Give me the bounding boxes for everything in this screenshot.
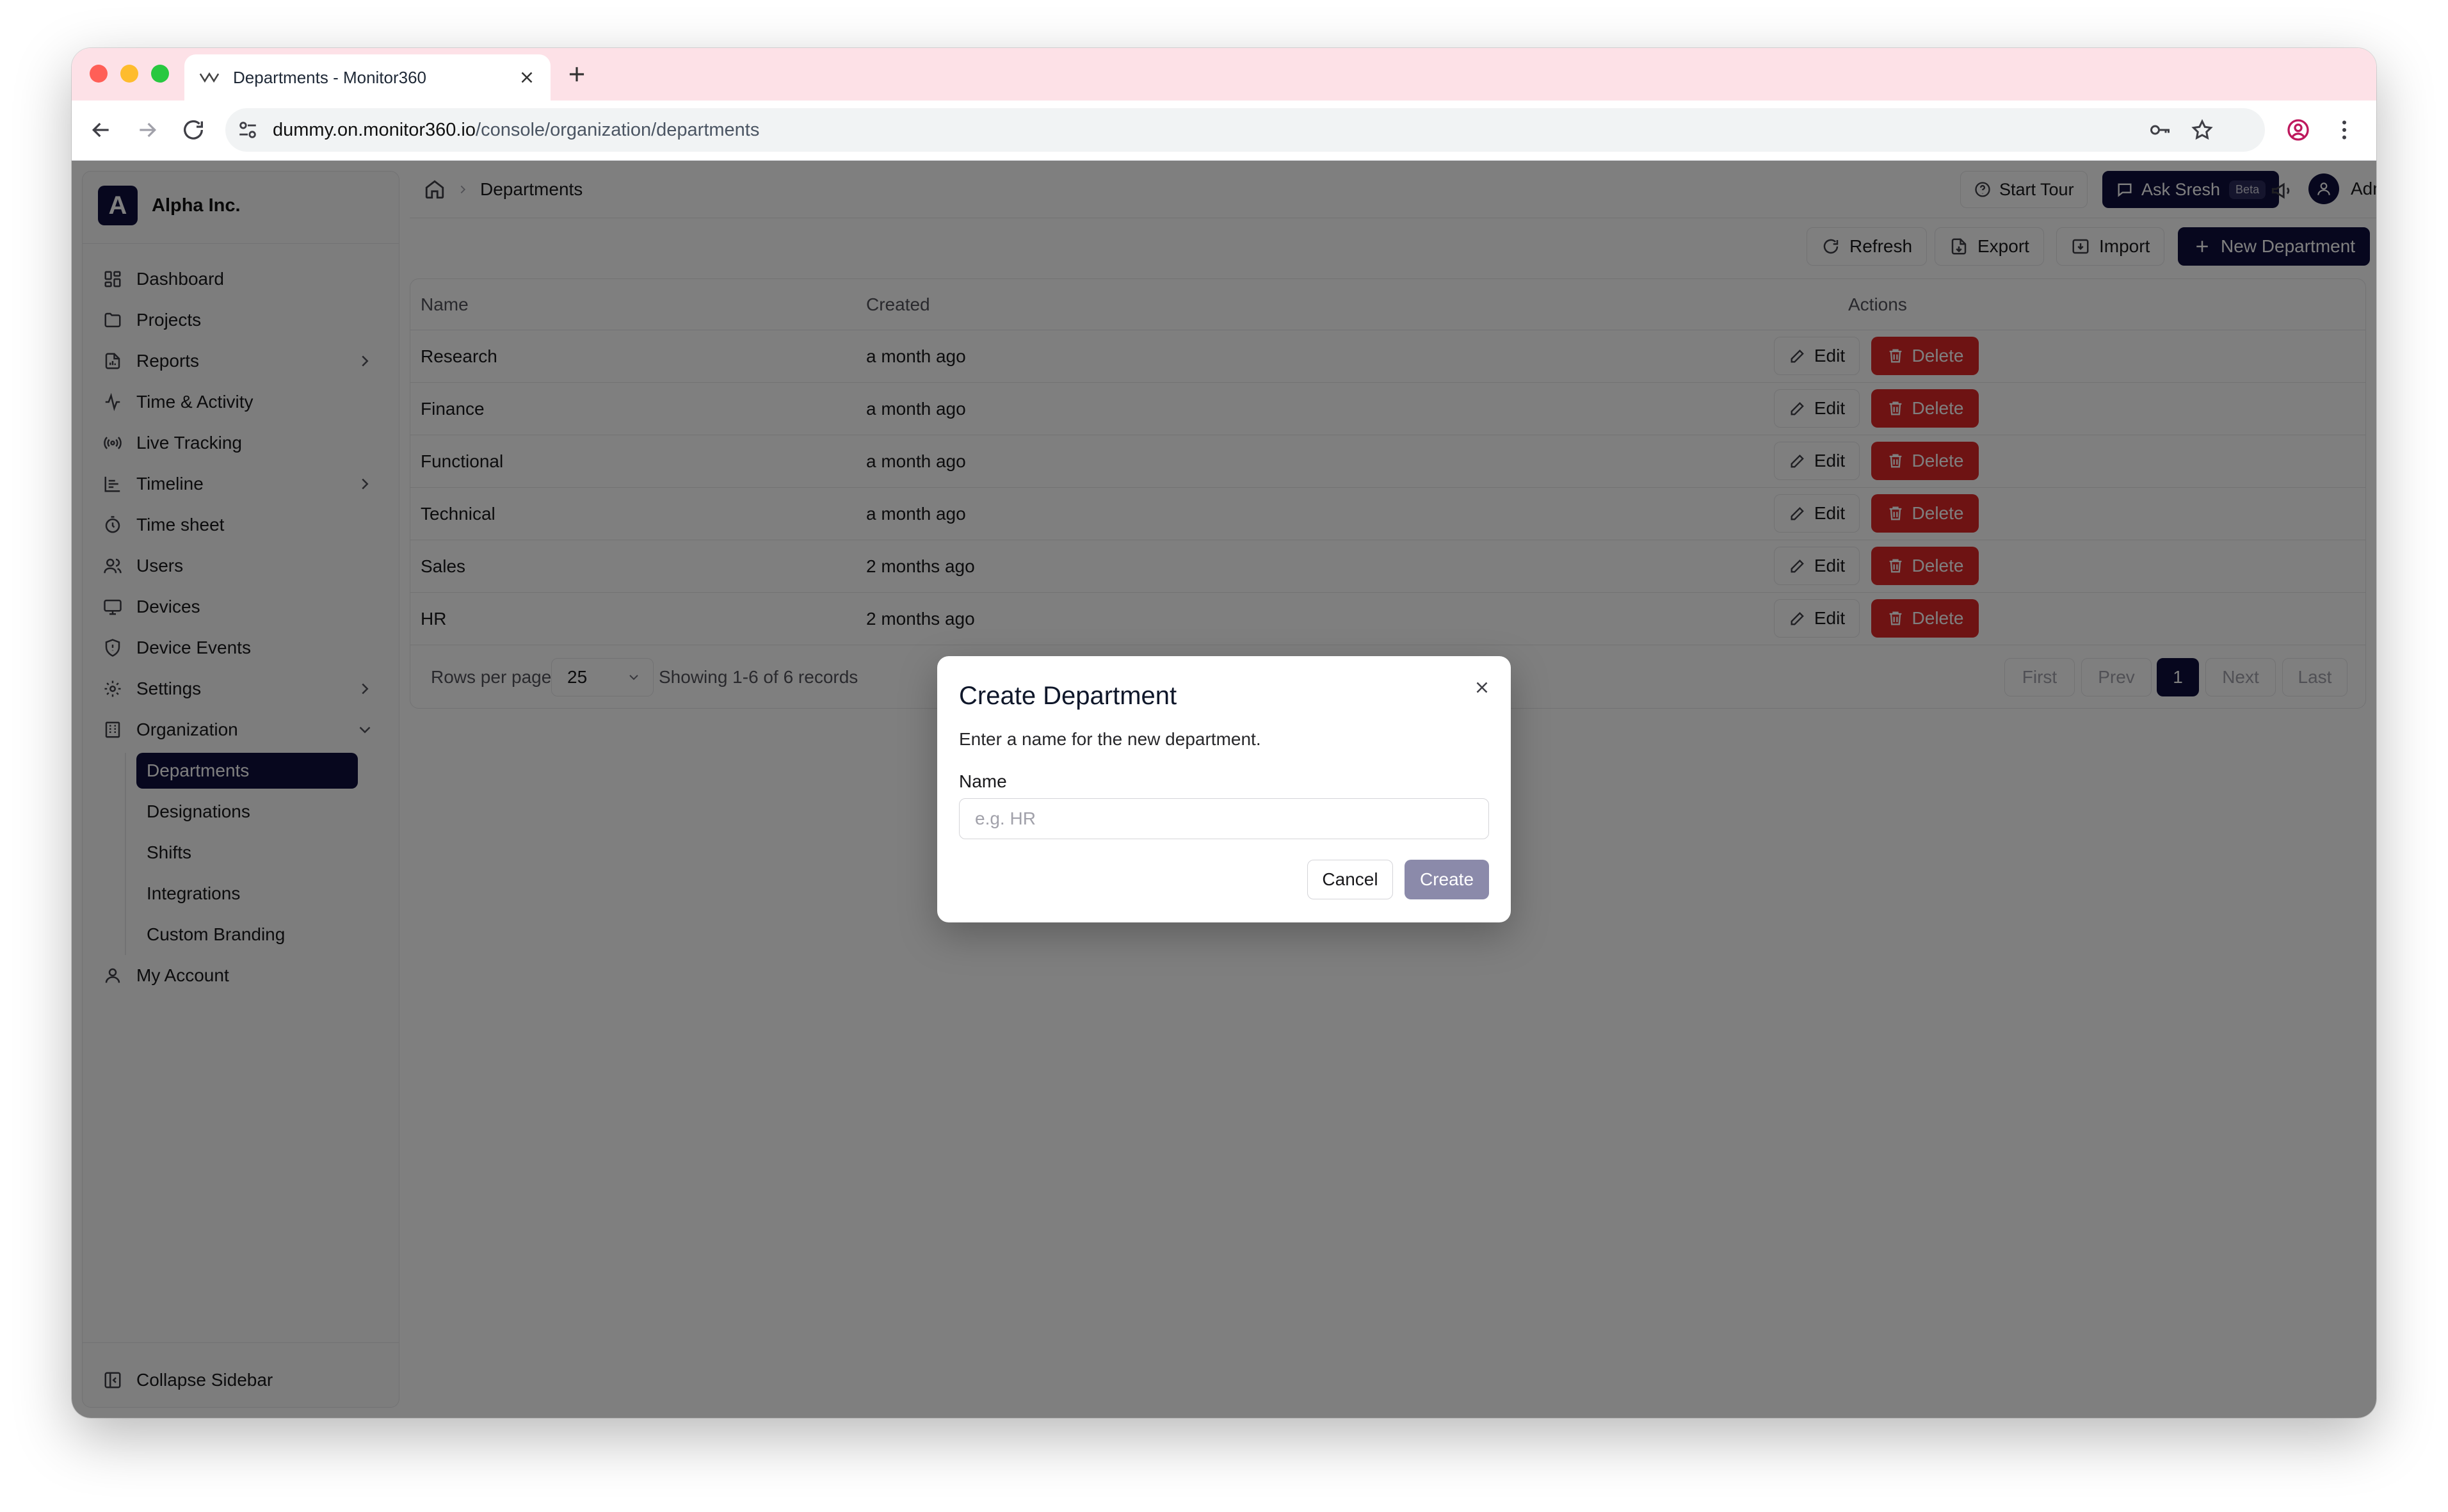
dialog-title: Create Department [959,682,1177,710]
bookmark-star-icon[interactable] [2191,118,2214,141]
new-tab-icon[interactable] [565,62,589,86]
name-field-label: Name [959,771,1007,791]
maximize-window-button[interactable] [151,65,169,83]
reload-icon[interactable] [181,117,206,143]
tab-title: Departments - Monitor360 [233,67,427,87]
minimize-window-button[interactable] [120,65,138,83]
back-icon[interactable] [88,117,114,143]
close-window-button[interactable] [90,65,108,83]
window-controls [90,65,169,83]
profile-icon[interactable] [2285,117,2311,143]
department-name-input[interactable] [959,798,1489,839]
close-icon[interactable] [1472,678,1492,697]
browser-toolbar: dummy.on.monitor360.io/console/organizat… [72,101,2376,161]
dialog-description: Enter a name for the new department. [959,729,1261,749]
browser-tab-strip: Departments - Monitor360 [72,48,2376,101]
close-tab-icon[interactable] [517,68,536,87]
url-text: dummy.on.monitor360.io/console/organizat… [273,120,759,141]
create-button[interactable]: Create [1405,860,1489,899]
create-department-dialog: Create Department Enter a name for the n… [937,656,1511,922]
site-settings-icon[interactable] [237,119,259,141]
address-bar[interactable]: dummy.on.monitor360.io/console/organizat… [225,108,2265,152]
browser-window: Departments - Monitor360 dummy.on.monito… [72,48,2376,1418]
url-host: dummy.on.monitor360.io [273,119,476,140]
forward-icon[interactable] [134,117,160,143]
browser-tab[interactable]: Departments - Monitor360 [184,54,551,101]
browser-menu-icon[interactable] [2331,117,2357,143]
url-path: /console/organization/departments [476,119,760,140]
cancel-button[interactable]: Cancel [1307,860,1393,899]
favicon-icon [199,72,220,83]
password-key-icon[interactable] [2148,118,2171,141]
